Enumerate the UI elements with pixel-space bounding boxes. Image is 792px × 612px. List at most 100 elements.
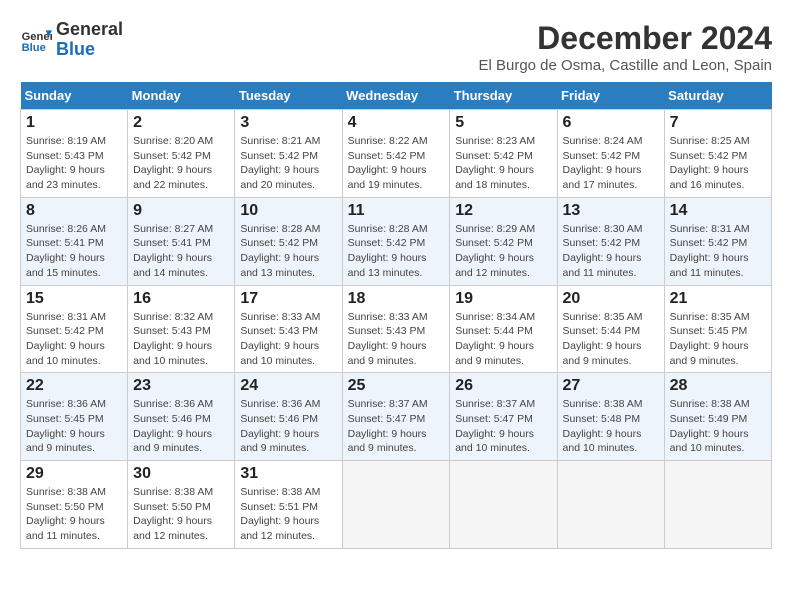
calendar-day-cell: 27Sunrise: 8:38 AMSunset: 5:48 PMDayligh… — [557, 373, 664, 461]
calendar-week-row: 29 Sunrise: 8:38 AMSunset: 5:50 PMDayligh… — [21, 461, 772, 549]
header-monday: Monday — [128, 82, 235, 110]
calendar-day-cell: 9 Sunrise: 8:27 AMSunset: 5:41 PMDaylight… — [128, 197, 235, 285]
calendar-day-cell: 23 Sunrise: 8:36 AMSunset: 5:46 PMDayligh… — [128, 373, 235, 461]
day-info: Sunrise: 8:24 AMSunset: 5:42 PMDaylight:… — [563, 134, 659, 193]
empty-cell — [342, 461, 450, 549]
day-number: 6 — [563, 114, 659, 132]
calendar-day-cell: 20 Sunrise: 8:35 AMSunset: 5:44 PMDayligh… — [557, 285, 664, 373]
day-info: Sunrise: 8:28 AMSunset: 5:42 PMDaylight:… — [240, 222, 336, 281]
header-friday: Friday — [557, 82, 664, 110]
day-info: Sunrise: 8:37 AMSunset: 5:47 PMDaylight:… — [455, 397, 551, 456]
day-info: Sunrise: 8:36 AMSunset: 5:46 PMDaylight:… — [240, 397, 336, 456]
header-sunday: Sunday — [21, 82, 128, 110]
day-number: 17 — [240, 290, 336, 308]
day-number: 7 — [670, 114, 766, 132]
header-saturday: Saturday — [664, 82, 771, 110]
empty-cell — [450, 461, 557, 549]
day-info: Sunrise: 8:38 AMSunset: 5:51 PMDaylight:… — [240, 485, 336, 544]
day-number: 19 — [455, 290, 551, 308]
calendar-day-cell: 17 Sunrise: 8:33 AMSunset: 5:43 PMDayligh… — [235, 285, 342, 373]
day-info: Sunrise: 8:20 AMSunset: 5:42 PMDaylight:… — [133, 134, 229, 193]
day-number: 24 — [240, 377, 336, 395]
calendar-day-cell: 7Sunrise: 8:25 AMSunset: 5:42 PMDaylight… — [664, 110, 771, 198]
day-info: Sunrise: 8:32 AMSunset: 5:43 PMDaylight:… — [133, 310, 229, 369]
calendar-day-cell: 6 Sunrise: 8:24 AMSunset: 5:42 PMDaylight… — [557, 110, 664, 198]
logo: General Blue GeneralBlue — [20, 20, 123, 60]
calendar-day-cell: 16Sunrise: 8:32 AMSunset: 5:43 PMDayligh… — [128, 285, 235, 373]
day-info: Sunrise: 8:31 AMSunset: 5:42 PMDaylight:… — [670, 222, 766, 281]
day-number: 8 — [26, 202, 122, 220]
day-number: 13 — [563, 202, 659, 220]
calendar-week-row: 15Sunrise: 8:31 AMSunset: 5:42 PMDayligh… — [21, 285, 772, 373]
location-title: El Burgo de Osma, Castille and Leon, Spa… — [478, 57, 772, 74]
calendar-day-cell: 12Sunrise: 8:29 AMSunset: 5:42 PMDayligh… — [450, 197, 557, 285]
logo-text: GeneralBlue — [56, 20, 123, 60]
day-number: 31 — [240, 465, 336, 483]
day-info: Sunrise: 8:33 AMSunset: 5:43 PMDaylight:… — [240, 310, 336, 369]
calendar-day-cell: 4 Sunrise: 8:22 AMSunset: 5:42 PMDaylight… — [342, 110, 450, 198]
day-info: Sunrise: 8:38 AMSunset: 5:49 PMDaylight:… — [670, 397, 766, 456]
calendar-day-cell: 14 Sunrise: 8:31 AMSunset: 5:42 PMDayligh… — [664, 197, 771, 285]
header-thursday: Thursday — [450, 82, 557, 110]
day-number: 14 — [670, 202, 766, 220]
calendar-week-row: 1Sunrise: 8:19 AMSunset: 5:43 PMDaylight… — [21, 110, 772, 198]
day-info: Sunrise: 8:27 AMSunset: 5:41 PMDaylight:… — [133, 222, 229, 281]
day-info: Sunrise: 8:31 AMSunset: 5:42 PMDaylight:… — [26, 310, 122, 369]
header-tuesday: Tuesday — [235, 82, 342, 110]
day-info: Sunrise: 8:28 AMSunset: 5:42 PMDaylight:… — [348, 222, 445, 281]
calendar-day-cell: 31 Sunrise: 8:38 AMSunset: 5:51 PMDayligh… — [235, 461, 342, 549]
day-info: Sunrise: 8:35 AMSunset: 5:45 PMDaylight:… — [670, 310, 766, 369]
day-number: 20 — [563, 290, 659, 308]
calendar-day-cell: 11 Sunrise: 8:28 AMSunset: 5:42 PMDayligh… — [342, 197, 450, 285]
day-info: Sunrise: 8:22 AMSunset: 5:42 PMDaylight:… — [348, 134, 445, 193]
day-info: Sunrise: 8:37 AMSunset: 5:47 PMDaylight:… — [348, 397, 445, 456]
day-number: 25 — [348, 377, 445, 395]
day-number: 23 — [133, 377, 229, 395]
calendar-day-cell: 30 Sunrise: 8:38 AMSunset: 5:50 PMDayligh… — [128, 461, 235, 549]
calendar-day-cell: 25 Sunrise: 8:37 AMSunset: 5:47 PMDayligh… — [342, 373, 450, 461]
day-info: Sunrise: 8:38 AMSunset: 5:50 PMDaylight:… — [133, 485, 229, 544]
day-number: 22 — [26, 377, 122, 395]
title-area: December 2024 El Burgo de Osma, Castille… — [478, 20, 772, 74]
day-info: Sunrise: 8:38 AMSunset: 5:50 PMDaylight:… — [26, 485, 122, 544]
day-info: Sunrise: 8:26 AMSunset: 5:41 PMDaylight:… — [26, 222, 122, 281]
day-info: Sunrise: 8:23 AMSunset: 5:42 PMDaylight:… — [455, 134, 551, 193]
calendar-day-cell: 8 Sunrise: 8:26 AMSunset: 5:41 PMDaylight… — [21, 197, 128, 285]
day-number: 30 — [133, 465, 229, 483]
calendar-day-cell: 1Sunrise: 8:19 AMSunset: 5:43 PMDaylight… — [21, 110, 128, 198]
calendar-day-cell: 5 Sunrise: 8:23 AMSunset: 5:42 PMDaylight… — [450, 110, 557, 198]
calendar-day-cell: 10Sunrise: 8:28 AMSunset: 5:42 PMDayligh… — [235, 197, 342, 285]
day-info: Sunrise: 8:34 AMSunset: 5:44 PMDaylight:… — [455, 310, 551, 369]
day-info: Sunrise: 8:36 AMSunset: 5:46 PMDaylight:… — [133, 397, 229, 456]
day-number: 11 — [348, 202, 445, 220]
calendar-header-row: SundayMondayTuesdayWednesdayThursdayFrid… — [21, 82, 772, 110]
calendar-day-cell: 18Sunrise: 8:33 AMSunset: 5:43 PMDayligh… — [342, 285, 450, 373]
header-wednesday: Wednesday — [342, 82, 450, 110]
svg-text:Blue: Blue — [22, 42, 46, 54]
calendar-week-row: 8 Sunrise: 8:26 AMSunset: 5:41 PMDaylight… — [21, 197, 772, 285]
day-info: Sunrise: 8:21 AMSunset: 5:42 PMDaylight:… — [240, 134, 336, 193]
calendar-table: SundayMondayTuesdayWednesdayThursdayFrid… — [20, 82, 772, 549]
day-info: Sunrise: 8:35 AMSunset: 5:44 PMDaylight:… — [563, 310, 659, 369]
calendar-day-cell: 13 Sunrise: 8:30 AMSunset: 5:42 PMDayligh… — [557, 197, 664, 285]
day-number: 5 — [455, 114, 551, 132]
day-number: 3 — [240, 114, 336, 132]
calendar-day-cell: 19 Sunrise: 8:34 AMSunset: 5:44 PMDayligh… — [450, 285, 557, 373]
day-info: Sunrise: 8:30 AMSunset: 5:42 PMDaylight:… — [563, 222, 659, 281]
day-number: 2 — [133, 114, 229, 132]
page-header: General Blue GeneralBlue December 2024 E… — [20, 20, 772, 74]
day-number: 21 — [670, 290, 766, 308]
empty-cell — [664, 461, 771, 549]
day-number: 28 — [670, 377, 766, 395]
calendar-day-cell: 21 Sunrise: 8:35 AMSunset: 5:45 PMDayligh… — [664, 285, 771, 373]
calendar-day-cell: 24 Sunrise: 8:36 AMSunset: 5:46 PMDayligh… — [235, 373, 342, 461]
day-number: 27 — [563, 377, 659, 395]
day-info: Sunrise: 8:33 AMSunset: 5:43 PMDaylight:… — [348, 310, 445, 369]
calendar-day-cell: 29 Sunrise: 8:38 AMSunset: 5:50 PMDayligh… — [21, 461, 128, 549]
day-number: 29 — [26, 465, 122, 483]
day-number: 4 — [348, 114, 445, 132]
calendar-day-cell: 3 Sunrise: 8:21 AMSunset: 5:42 PMDaylight… — [235, 110, 342, 198]
calendar-week-row: 22Sunrise: 8:36 AMSunset: 5:45 PMDayligh… — [21, 373, 772, 461]
day-number: 1 — [26, 114, 122, 132]
day-number: 9 — [133, 202, 229, 220]
